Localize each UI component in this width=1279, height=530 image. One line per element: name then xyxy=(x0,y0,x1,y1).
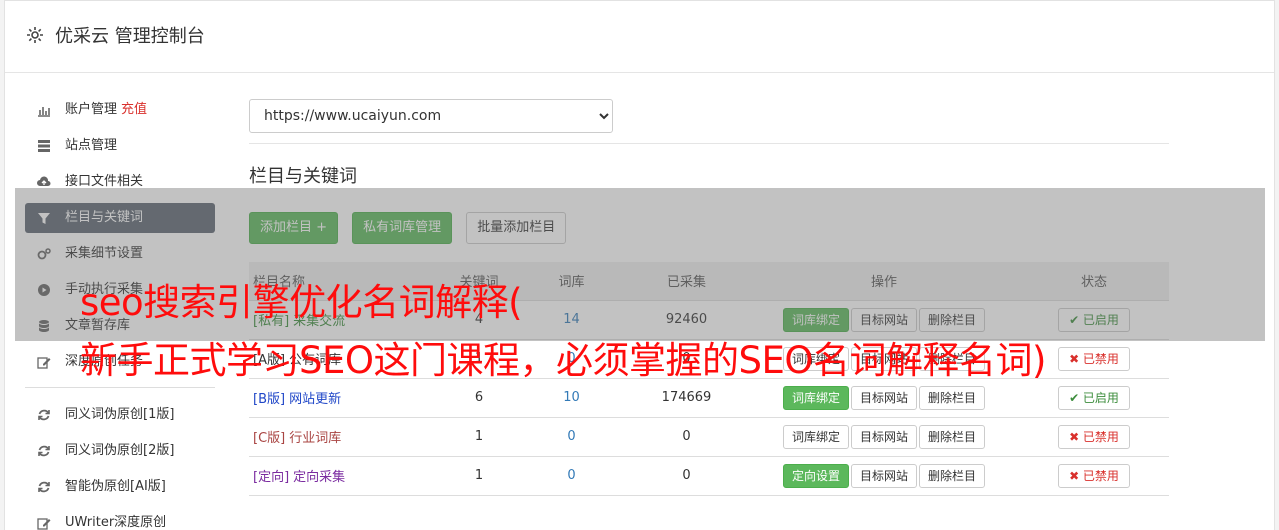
collected-count: 0 xyxy=(624,456,749,496)
server-icon xyxy=(38,140,50,152)
sidebar-item-synonym-v1[interactable]: 同义词伪原创[1版] xyxy=(25,400,215,430)
gear-icon xyxy=(27,27,43,43)
sidebar-item-label: 智能伪原创[AI版] xyxy=(65,479,166,494)
sidebar-item-account[interactable]: 账户管理 充值 xyxy=(25,95,215,125)
column-name-cell[interactable]: [C版] 行业词库 xyxy=(249,417,439,457)
lexicon-count[interactable]: 0 xyxy=(519,417,624,457)
actions-cell: 词库绑定 目标网站 删除栏目 xyxy=(749,417,1019,457)
status-toggle-button[interactable]: ✔ 已启用 xyxy=(1058,385,1130,410)
status-cell: ✖ 已禁用 xyxy=(1019,417,1169,457)
bar-chart-icon xyxy=(38,107,50,117)
bind-lexicon-button[interactable]: 词库绑定 xyxy=(782,385,849,410)
overlay-headline-line1: seo搜索引擎优化名词解释( xyxy=(80,281,523,324)
table-row: [定向] 定向采集 1 0 0 定向设置 目标网站 删除栏目 ✖ 已禁用 xyxy=(249,456,1169,496)
column-tag: [定向] xyxy=(253,470,290,485)
sidebar-divider xyxy=(25,387,215,388)
bind-lexicon-button[interactable]: 词库绑定 xyxy=(782,424,849,449)
actions-cell: 定向设置 目标网站 删除栏目 xyxy=(749,456,1019,496)
sidebar-item-label: 同义词伪原创[1版] xyxy=(65,407,175,422)
delete-column-button[interactable]: 删除栏目 xyxy=(919,385,986,410)
target-site-button[interactable]: 目标网站 xyxy=(850,385,917,410)
sidebar-item-label: 同义词伪原创[2版] xyxy=(65,443,175,458)
target-site-button[interactable]: 目标网站 xyxy=(850,463,917,488)
overlay-headline-line2: 新手正式学习SEO这门课程，必须掌握的SEO名词解释名词) xyxy=(80,339,1046,382)
sidebar-item-uwriter[interactable]: UWriter深度原创 xyxy=(25,508,215,530)
column-tag: [C版] xyxy=(253,431,286,446)
sidebar-item-sites[interactable]: 站点管理 xyxy=(25,131,215,161)
edit-icon xyxy=(37,518,51,530)
status-toggle-button[interactable]: ✖ 已禁用 xyxy=(1058,424,1130,449)
lexicon-count[interactable]: 0 xyxy=(519,456,624,496)
sidebar-item-synonym-v2[interactable]: 同义词伪原创[2版] xyxy=(25,436,215,466)
sidebar-item-label: 账户管理 xyxy=(65,102,118,117)
sidebar-item-label: 站点管理 xyxy=(65,138,118,153)
column-name[interactable]: 行业词库 xyxy=(289,431,341,446)
status-toggle-button[interactable]: ✖ 已禁用 xyxy=(1058,463,1130,488)
refresh-icon xyxy=(38,481,50,493)
bind-lexicon-button[interactable]: 定向设置 xyxy=(782,463,849,488)
keywords-count: 1 xyxy=(439,417,519,457)
sidebar-item-ai-rewrite[interactable]: 智能伪原创[AI版] xyxy=(25,472,215,502)
column-name[interactable]: 定向采集 xyxy=(293,470,345,485)
collected-count: 0 xyxy=(624,417,749,457)
delete-column-button[interactable]: 删除栏目 xyxy=(919,424,986,449)
column-name-cell[interactable]: [定向] 定向采集 xyxy=(249,456,439,496)
keywords-count: 1 xyxy=(439,456,519,496)
section-title: 栏目与关键词 xyxy=(249,166,357,187)
status-cell: ✖ 已禁用 xyxy=(1019,456,1169,496)
page-title: 优采云 管理控制台 xyxy=(55,26,205,47)
sidebar-item-label: 接口文件相关 xyxy=(65,174,144,189)
refresh-icon xyxy=(38,409,50,421)
delete-column-button[interactable]: 删除栏目 xyxy=(919,463,986,488)
section-divider xyxy=(249,143,1169,144)
column-name[interactable]: 网站更新 xyxy=(289,392,341,407)
cloud-upload-icon xyxy=(37,176,51,186)
page-header: 优采云 管理控制台 xyxy=(5,1,1274,73)
target-site-button[interactable]: 目标网站 xyxy=(850,424,917,449)
table-row: [C版] 行业词库 1 0 0 词库绑定 目标网站 删除栏目 ✖ 已禁用 xyxy=(249,417,1169,457)
edit-icon xyxy=(37,357,51,369)
refresh-icon xyxy=(38,445,50,457)
sidebar-item-label: UWriter深度原创 xyxy=(65,515,167,530)
column-tag: [B版] xyxy=(253,392,286,407)
recharge-link[interactable]: 充值 xyxy=(121,102,147,117)
site-select[interactable]: https://www.ucaiyun.com xyxy=(249,99,613,133)
status-toggle-button[interactable]: ✖ 已禁用 xyxy=(1058,346,1130,371)
